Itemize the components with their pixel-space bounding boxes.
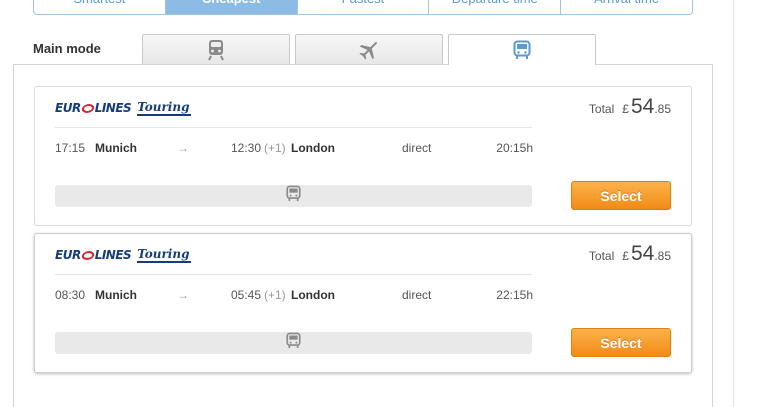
- segment-bar[interactable]: [55, 185, 532, 207]
- segment-bar[interactable]: [55, 332, 532, 354]
- duration: 22:15h: [496, 288, 533, 302]
- arrow-right-icon: →: [177, 288, 189, 302]
- arrival-time: 05:45: [231, 288, 262, 302]
- bus-icon: [513, 40, 531, 60]
- total-label: Total: [588, 102, 615, 116]
- sort-tab-fastest[interactable]: Fastest: [297, 0, 430, 15]
- departure-time: 08:30: [55, 288, 86, 302]
- day-offset: (+1): [264, 141, 286, 155]
- arrival-city: London: [291, 141, 335, 155]
- sort-tabs: Smartest Cheapest Fastest Departure time…: [33, 0, 693, 15]
- eurolines-touring-logo: EUR LINES Touring: [55, 99, 192, 116]
- departure-city: Munich: [95, 288, 137, 302]
- result-card: EUR LINES Touring Total £ 54 .85 17:15 M…: [34, 86, 692, 226]
- price-decimal: .85: [654, 102, 671, 116]
- result-card: EUR LINES Touring Total £ 54 .85 08:30 M…: [34, 233, 692, 373]
- sort-tab-smartest[interactable]: Smartest: [33, 0, 166, 15]
- arrival-city: London: [291, 288, 335, 302]
- departure-time: 17:15: [55, 141, 86, 155]
- bus-icon: [286, 185, 301, 207]
- sort-tab-departure-time[interactable]: Departure time: [429, 0, 562, 15]
- itinerary-row: 17:15 Munich → 12:30 (+1) London direct …: [55, 141, 533, 157]
- divider: [55, 127, 532, 128]
- departure-city: Munich: [95, 141, 137, 155]
- bus-icon: [286, 332, 301, 354]
- transfers: direct: [402, 141, 432, 155]
- right-divider: [733, 0, 734, 407]
- eurolines-touring-logo: EUR LINES Touring: [55, 246, 192, 263]
- currency-symbol: £: [622, 102, 629, 116]
- sort-tab-cheapest[interactable]: Cheapest: [165, 0, 298, 15]
- train-icon: [207, 39, 225, 61]
- mode-tab-bus[interactable]: [448, 34, 596, 65]
- itinerary-row: 08:30 Munich → 05:45 (+1) London direct …: [55, 288, 533, 304]
- transfers: direct: [402, 288, 432, 302]
- duration: 20:15h: [496, 141, 533, 155]
- main-mode-label: Main mode: [33, 41, 101, 56]
- select-button[interactable]: Select: [571, 181, 671, 210]
- price-decimal: .85: [654, 249, 671, 263]
- divider: [55, 274, 532, 275]
- day-offset: (+1): [264, 288, 286, 302]
- currency-symbol: £: [622, 249, 629, 263]
- total-label: Total: [588, 249, 615, 263]
- total-price: Total £ 54 .85: [589, 95, 671, 119]
- mode-tab-train[interactable]: [142, 34, 290, 64]
- price-whole: 54: [630, 95, 655, 118]
- sort-tab-arrival-time[interactable]: Arrival time: [561, 0, 693, 15]
- select-button[interactable]: Select: [571, 328, 671, 357]
- price-whole: 54: [630, 242, 655, 265]
- plane-icon: [358, 39, 380, 61]
- arrival-time: 12:30: [231, 141, 262, 155]
- mode-tab-plane[interactable]: [295, 34, 443, 64]
- total-price: Total £ 54 .85: [589, 242, 671, 266]
- arrow-right-icon: →: [177, 141, 189, 155]
